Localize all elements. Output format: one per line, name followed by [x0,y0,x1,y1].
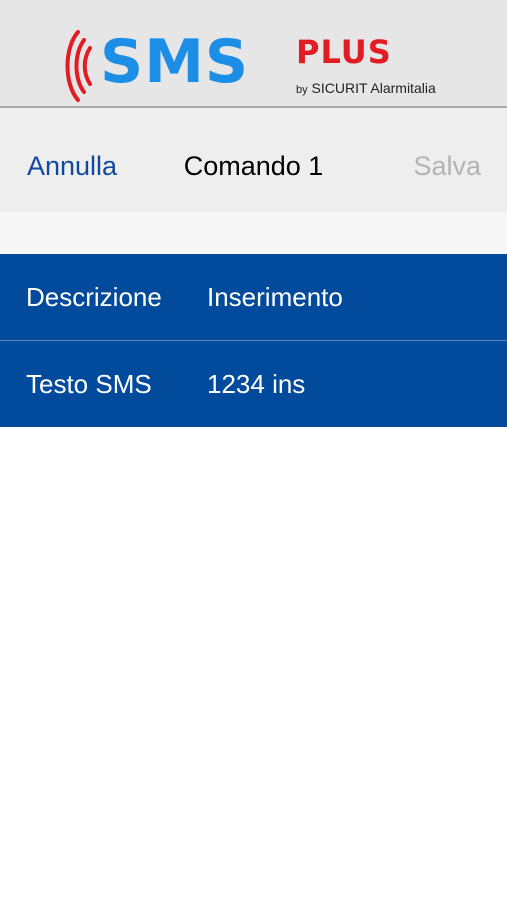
logo-sms-text: SMS [100,27,250,97]
logo-company: SICURIT Alarmitalia [311,80,436,96]
logo-byline: by SICURIT Alarmitalia [296,80,436,98]
sms-text-label: Testo SMS [26,369,152,399]
save-button[interactable]: Salva [413,150,481,182]
sms-text-row[interactable]: Testo SMS 1234 ins [0,340,507,427]
logo-by-word: by [296,84,308,96]
command-form: Descrizione Inserimento Testo SMS 1234 i… [0,254,507,427]
logo-plus-text: PLUS [296,33,392,71]
page-title-text: Comando 1 [183,151,324,181]
logo-header: SMS PLUS by SICURIT Alarmitalia [0,0,507,108]
description-label: Descrizione [26,282,162,312]
description-row[interactable]: Descrizione Inserimento [0,254,507,340]
description-field[interactable]: Inserimento [207,281,343,313]
signal-waves-icon [65,30,92,102]
sms-text-field[interactable]: 1234 ins [207,368,305,400]
section-spacer [0,212,507,254]
navigation-bar: Annulla Comando 1 Salva [0,108,507,212]
sms-plus-logo: SMS PLUS by SICURIT Alarmitalia [56,28,456,104]
app-screen: SMS PLUS by SICURIT Alarmitalia Annulla … [0,0,507,900]
